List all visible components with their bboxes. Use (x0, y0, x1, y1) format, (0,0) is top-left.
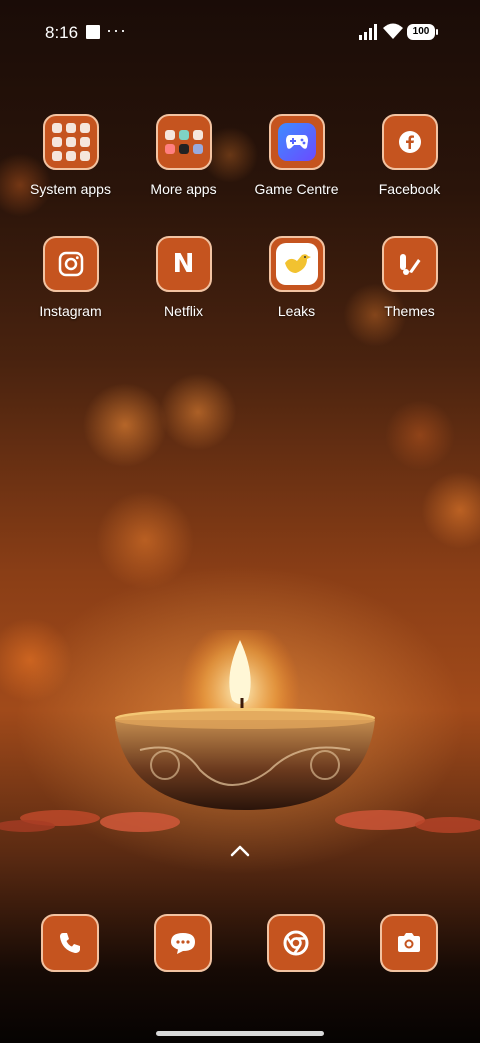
app-label: More apps (150, 181, 217, 197)
app-label: Netflix (164, 303, 203, 319)
app-instagram[interactable]: Instagram (14, 236, 127, 319)
wallpaper-diya (0, 630, 480, 833)
gamepad-icon (268, 114, 325, 170)
app-leaks[interactable]: Leaks (240, 236, 353, 319)
home-indicator[interactable] (156, 1031, 324, 1036)
messages-icon (154, 914, 212, 972)
signal-icon (359, 24, 377, 40)
status-time: 8:16 (45, 23, 79, 42)
app-label: Instagram (39, 303, 102, 319)
phone-icon (41, 914, 99, 972)
app-label: Facebook (378, 181, 441, 197)
app-label: Leaks (277, 303, 316, 319)
app-themes[interactable]: Themes (353, 236, 466, 319)
app-netflix[interactable]: N Netflix (127, 236, 240, 319)
app-more-apps[interactable]: More apps (127, 114, 240, 197)
notification-icon (86, 25, 100, 39)
app-system-apps[interactable]: System apps (14, 114, 127, 197)
more-notifications-icon: ··· (106, 20, 127, 40)
dock-chrome[interactable] (267, 914, 325, 972)
battery-icon: 100 (407, 24, 438, 40)
dock-camera[interactable] (380, 914, 438, 972)
camera-icon (380, 914, 438, 972)
folder-icon (42, 114, 99, 170)
chrome-icon (267, 914, 325, 972)
camera-icon (42, 236, 99, 292)
app-label: Game Centre (254, 181, 339, 197)
dock-phone[interactable] (41, 914, 99, 972)
app-label: Themes (384, 303, 435, 319)
facebook-icon (381, 114, 438, 170)
netflix-icon: N (155, 236, 212, 292)
app-label: System apps (30, 181, 111, 197)
netflix-glyph: N (172, 249, 195, 279)
status-bar: 8:16 ··· 100 (0, 0, 480, 64)
chevron-up-icon[interactable] (228, 843, 252, 859)
app-game-centre[interactable]: Game Centre (240, 114, 353, 197)
themes-icon (381, 236, 438, 292)
wifi-icon (383, 23, 403, 39)
app-facebook[interactable]: Facebook (353, 114, 466, 197)
bird-icon (268, 236, 325, 292)
dock-messages[interactable] (154, 914, 212, 972)
folder-icon (155, 114, 212, 170)
